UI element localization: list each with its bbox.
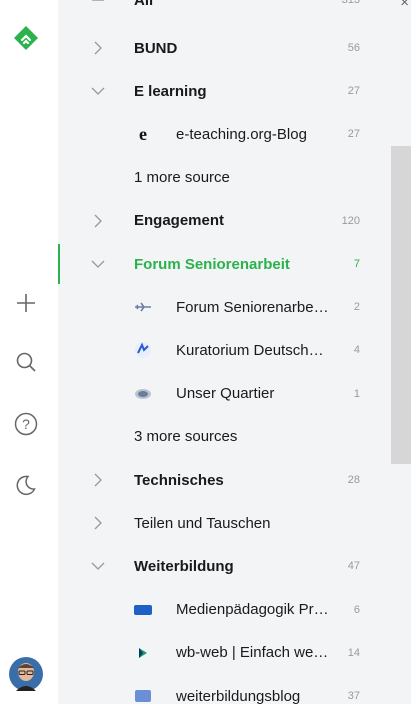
quartier-icon (134, 386, 152, 402)
category-row[interactable]: Forum Seniorenarbeit 7 (58, 244, 391, 284)
plus-icon[interactable] (6, 283, 46, 323)
chevron-down-icon[interactable] (90, 256, 106, 272)
category-row[interactable]: Technisches 28 (58, 460, 391, 500)
more-sources-link[interactable]: 1 more source (58, 158, 391, 198)
blue-rect-icon (134, 602, 152, 618)
user-avatar[interactable] (6, 654, 46, 694)
left-rail: ? (0, 0, 59, 704)
chevron-right-icon[interactable] (90, 515, 106, 531)
unread-count: 7 (353, 258, 360, 270)
source-label: Kuratorium Deutsche Altershilfe (176, 341, 331, 359)
unread-count: 14 (347, 646, 360, 659)
category-count: 313 (341, 0, 360, 6)
unread-count: 1 (353, 387, 360, 400)
source-row[interactable]: weiterbildungsblog 37 (58, 676, 391, 704)
category-label: Engagement (134, 212, 225, 230)
source-label: Unser Quartier (176, 385, 275, 403)
source-row[interactable]: e e-teaching.org-Blog 27 (58, 114, 391, 154)
chevron-right-icon[interactable] (90, 40, 106, 56)
help-glyph: ? (22, 416, 30, 432)
source-label: e-teaching.org-Blog (176, 125, 307, 143)
source-row[interactable]: wb-web | Einfach weiterbilden 14 (58, 633, 391, 673)
source-row[interactable]: Medienpädagogik Praxis-Blog 6 (58, 590, 391, 630)
category-label: Technisches (134, 471, 224, 489)
unread-count: 28 (347, 474, 360, 486)
category-label: Teilen und Tauschen (134, 514, 271, 532)
category-row[interactable]: Teilen und Tauschen (58, 503, 391, 543)
category-row[interactable]: Engagement 120 (58, 201, 391, 241)
unread-count: 120 (341, 214, 360, 227)
source-label: Medienpädagogik Praxis-Blog (176, 601, 331, 619)
moon-icon[interactable] (6, 465, 46, 505)
more-sources-label: 3 more sources (134, 428, 238, 446)
unread-count: 2 (353, 301, 360, 314)
source-row[interactable]: Unser Quartier 1 (58, 374, 391, 414)
more-sources-label: 1 more source (134, 169, 230, 187)
source-row[interactable]: Forum Seniorenarbeit NRW 2 (58, 287, 391, 327)
chevron-down-icon[interactable] (90, 83, 106, 99)
chevron-right-icon[interactable] (90, 213, 106, 229)
source-label: Forum Seniorenarbeit NRW (176, 298, 331, 316)
category-row[interactable]: Weiterbildung 47 (58, 546, 391, 586)
category-label: E learning (134, 82, 207, 100)
unread-count: 27 (347, 85, 360, 98)
category-label: Weiterbildung (134, 557, 234, 575)
wblog-icon (134, 688, 152, 704)
unread-count: 4 (353, 344, 360, 357)
more-sources-link[interactable]: 3 more sources (58, 417, 391, 457)
source-label: weiterbildungsblog (176, 687, 301, 704)
scrollbar[interactable] (391, 0, 411, 704)
unread-count: 27 (347, 128, 360, 141)
category-row[interactable]: BUND 56 (58, 28, 391, 68)
category-label: Forum Seniorenarbeit (134, 255, 290, 273)
search-icon[interactable] (6, 342, 46, 382)
close-icon[interactable]: × (400, 0, 409, 11)
unread-count: 37 (347, 690, 360, 702)
collapse-icon (92, 0, 104, 1)
feed-list-panel: All 313 BUND 56 E learning 27 e e-teaching.or… (58, 0, 391, 704)
source-label: wb-web | Einfach weiterbilden (176, 644, 331, 662)
feedly-logo-icon[interactable] (6, 18, 46, 58)
kda-icon (134, 342, 152, 359)
category-all-partial[interactable]: All 313 (58, 0, 391, 20)
category-label: All (134, 0, 154, 9)
scrollbar-thumb[interactable] (391, 146, 411, 464)
wbweb-icon (134, 645, 152, 661)
unread-count: 6 (353, 603, 360, 616)
unread-count: 56 (347, 42, 360, 54)
chevron-right-icon[interactable] (90, 472, 106, 488)
unread-count: 47 (347, 560, 360, 573)
chevron-down-icon[interactable] (90, 558, 106, 574)
e-icon: e (139, 123, 147, 144)
category-row[interactable]: E learning 27 (58, 71, 391, 111)
source-row[interactable]: Kuratorium Deutsche Altershilfe 4 (58, 330, 391, 370)
category-label: BUND (134, 39, 178, 57)
help-icon[interactable]: ? (6, 404, 46, 444)
plane-icon (134, 299, 152, 315)
